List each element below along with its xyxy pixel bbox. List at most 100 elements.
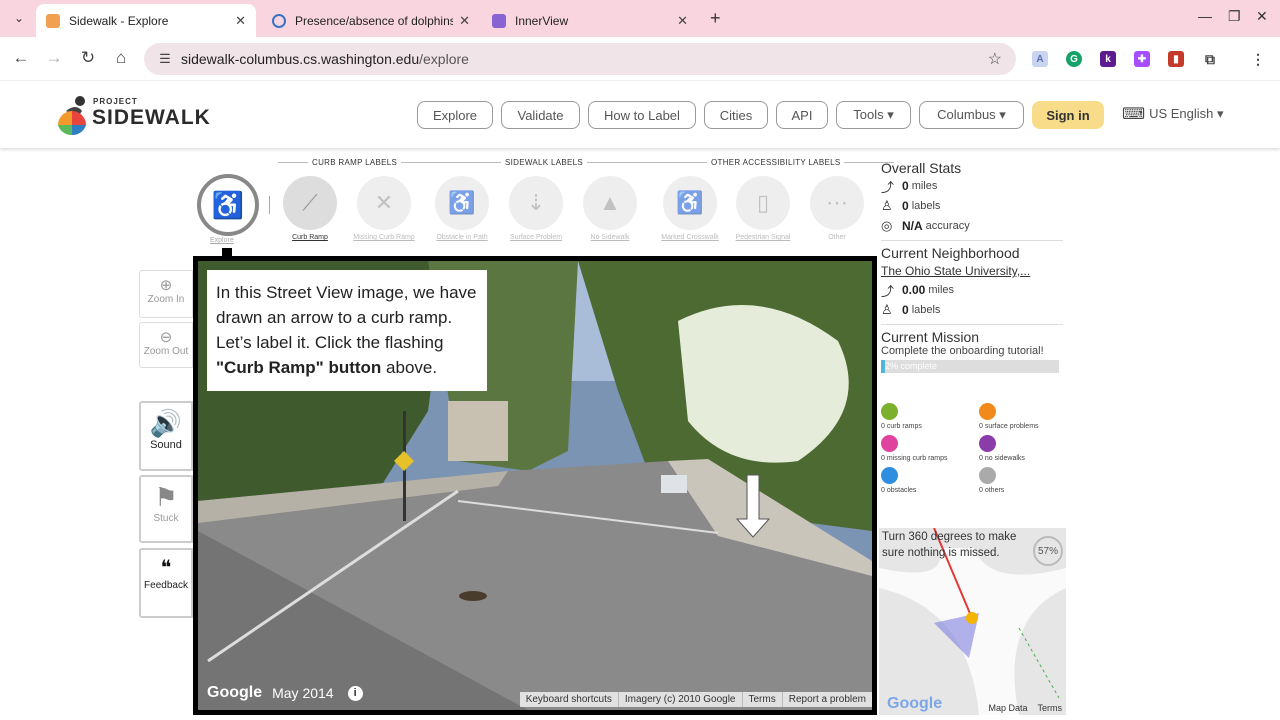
label-button-missing-curb-ramp[interactable]: ✕ Missing Curb Ramp xyxy=(352,176,416,246)
overall-stats-title: Overall Stats xyxy=(881,160,962,176)
label-button-pedestrian-signal[interactable]: ▯ Pedestrian Signal xyxy=(731,176,795,246)
extension-k-icon[interactable]: k xyxy=(1100,51,1116,67)
browser-menu-icon[interactable]: ⋮ xyxy=(1250,51,1266,67)
close-tab-icon[interactable]: ✕ xyxy=(677,13,688,29)
label-button-no-sidewalk[interactable]: ▲ No Sidewalk xyxy=(578,176,642,246)
tutorial-message-bold: "Curb Ramp" button xyxy=(216,358,382,377)
nav-api[interactable]: API xyxy=(776,101,828,129)
url-host: sidewalk-columbus.cs.washington.edu xyxy=(181,51,420,67)
restore-icon[interactable]: ❐ xyxy=(1228,8,1241,25)
keyboard-shortcuts-link[interactable]: Keyboard shortcuts xyxy=(520,692,618,707)
browser-tab-bar: ⌄ Sidewalk - Explore ✕ Presence/absence … xyxy=(0,0,1280,37)
sign-in-button[interactable]: Sign in xyxy=(1032,101,1104,129)
feedback-label: Feedback xyxy=(144,580,188,591)
minimize-icon[interactable]: — xyxy=(1198,8,1212,24)
extensions-puzzle-icon[interactable]: ⧉ xyxy=(1202,51,1218,67)
site-info-icon[interactable]: ☰ xyxy=(154,51,176,67)
language-label: US English ▾ xyxy=(1149,106,1224,121)
extension-red-icon[interactable]: ▮ xyxy=(1168,51,1184,67)
n-labels-value: 0 xyxy=(902,303,909,317)
miles-value: 0 xyxy=(902,179,909,193)
street-view-footer: Keyboard shortcuts Imagery (c) 2010 Goog… xyxy=(519,692,872,707)
extension-translate-icon[interactable]: A xyxy=(1032,51,1048,67)
report-problem-link[interactable]: Report a problem xyxy=(781,692,872,707)
surface-problem-icon: ⇣ xyxy=(509,176,563,230)
labels-value: 0 xyxy=(902,199,909,213)
site-header: PROJECT SIDEWALK Explore Validate How to… xyxy=(0,82,1280,148)
zoom-in-button[interactable]: ⊕ Zoom In xyxy=(139,270,193,318)
divider xyxy=(269,196,270,214)
label-button-other[interactable]: ⋯ Other xyxy=(805,176,869,246)
extension-puzzle-purple-icon[interactable]: ✚ xyxy=(1134,51,1150,67)
new-tab-button[interactable]: + xyxy=(710,8,721,29)
labels-unit: labels xyxy=(911,200,941,212)
google-logo-text: Google xyxy=(207,684,263,701)
map-data-link[interactable]: Map Data xyxy=(988,703,1027,713)
label-button-curb-ramp[interactable]: ⟋ Curb Ramp xyxy=(278,176,342,246)
stuck-button[interactable]: ⚑ Stuck xyxy=(139,475,193,543)
tab-innerview[interactable]: InnerView ✕ xyxy=(482,4,698,37)
missing-curb-ramp-icon: ✕ xyxy=(357,176,411,230)
home-icon[interactable]: ⌂ xyxy=(110,48,132,68)
sidewalk-favicon-icon xyxy=(46,13,60,28)
overall-miles: ⤴ 0 miles xyxy=(881,176,1066,196)
info-icon[interactable]: i xyxy=(347,685,363,701)
nav-validate[interactable]: Validate xyxy=(501,101,580,129)
neighborhood-title: Current Neighborhood xyxy=(881,245,1020,261)
sound-button[interactable]: 🔊 Sound xyxy=(139,401,193,471)
mini-map[interactable]: Turn 360 degrees to make sure nothing is… xyxy=(879,528,1066,715)
label-caption: Missing Curb Ramp xyxy=(353,234,415,241)
label-caption: Obstacle in Path xyxy=(436,234,488,241)
labels-icon: ♙ xyxy=(881,198,893,213)
nav-explore[interactable]: Explore xyxy=(417,101,493,129)
neighborhood-link[interactable]: The Ohio State University,... xyxy=(881,264,1066,278)
overall-accuracy: ◎ N/A accuracy xyxy=(881,216,1066,236)
back-icon[interactable]: ← xyxy=(10,48,32,68)
more-icon: ⋯ xyxy=(810,176,864,230)
window-close-icon[interactable]: ✕ xyxy=(1256,8,1268,25)
terms-link[interactable]: Terms xyxy=(741,692,782,707)
forward-icon[interactable]: → xyxy=(43,48,65,68)
zoom-in-icon: ⊕ xyxy=(159,277,173,294)
address-bar[interactable]: ☰ sidewalk-columbus.cs.washington.edu/ex… xyxy=(144,43,1016,75)
legend-others: 0 others xyxy=(979,467,1004,494)
close-tab-icon[interactable]: ✕ xyxy=(235,13,246,29)
label-button-surface-problem[interactable]: ⇣ Surface Problem xyxy=(504,176,568,246)
imagery-credit: Imagery (c) 2010 Google xyxy=(617,692,742,707)
map-terms-link[interactable]: Terms xyxy=(1038,703,1063,713)
labels-icon: ♙ xyxy=(881,302,893,317)
legend-obstacles: 0 obstacles xyxy=(881,467,916,494)
feedback-button[interactable]: ❝ Feedback xyxy=(139,548,193,618)
nav-city-dropdown[interactable]: Columbus ▾ xyxy=(919,101,1024,129)
close-tab-icon[interactable]: ✕ xyxy=(459,13,470,29)
mini-map-instruction: Turn 360 degrees to make sure nothing is… xyxy=(882,531,1017,559)
section-title: SIDEWALK LABELS xyxy=(505,158,584,167)
label-caption: Surface Problem xyxy=(509,234,563,241)
overall-labels: ♙ 0 labels xyxy=(881,196,1066,216)
tab-sidewalk-explore[interactable]: Sidewalk - Explore ✕ xyxy=(36,4,256,37)
tab-search-icon[interactable]: ⌄ xyxy=(8,7,30,29)
explore-mode-button[interactable]: ♿ xyxy=(197,174,259,236)
nav-how-to-label[interactable]: How to Label xyxy=(588,101,696,129)
street-view-panorama[interactable]: In this Street View image, we have drawn… xyxy=(193,256,877,715)
extension-grammarly-icon[interactable]: G xyxy=(1066,51,1082,67)
tab-dolphins[interactable]: Presence/absence of dolphins ✕ xyxy=(262,4,480,37)
language-selector[interactable]: ⌨ US English ▾ xyxy=(1122,104,1224,124)
reload-icon[interactable]: ↻ xyxy=(77,48,99,68)
section-other: OTHER ACCESSIBILITY LABELS xyxy=(657,158,895,167)
browser-toolbar: ← → ↻ ⌂ ☰ sidewalk-columbus.cs.washingto… xyxy=(0,37,1280,81)
label-button-obstacle[interactable]: ♿ Obstacle in Path xyxy=(430,176,494,246)
nav-tools-dropdown[interactable]: Tools ▾ xyxy=(836,101,911,129)
bookmark-star-icon[interactable]: ☆ xyxy=(988,49,1002,69)
pedestrian-signal-icon: ▯ xyxy=(736,176,790,230)
project-sidewalk-logo[interactable]: PROJECT SIDEWALK xyxy=(56,95,210,137)
google-map-logo: Google xyxy=(887,695,943,712)
nav-cities[interactable]: Cities xyxy=(704,101,768,129)
mission-progress-text: 2% complete xyxy=(885,361,938,371)
label-button-marked-crosswalk[interactable]: ♿ Marked Crosswalk xyxy=(658,176,722,246)
zoom-out-button[interactable]: ⊖ Zoom Out xyxy=(139,322,193,368)
route-icon: ⤴ xyxy=(881,179,895,195)
sound-label: Sound xyxy=(150,439,182,451)
missing-curb-ramp-dot-icon xyxy=(881,435,898,452)
obstacle-icon: ♿ xyxy=(435,176,489,230)
